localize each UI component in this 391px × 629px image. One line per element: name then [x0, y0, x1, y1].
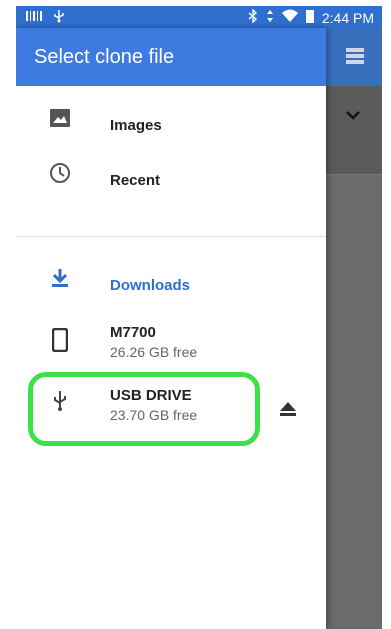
selection-highlight — [28, 372, 260, 446]
image-icon — [48, 106, 72, 130]
drawer-item-images[interactable]: Images — [16, 106, 326, 146]
list-view-icon[interactable] — [346, 48, 364, 69]
battery-icon — [305, 9, 314, 26]
chevron-down-icon[interactable] — [346, 108, 360, 126]
drawer-title: Select clone file — [16, 28, 326, 86]
data-arrows-icon — [266, 9, 274, 26]
drawer-item-internal-storage[interactable]: M7700 26.26 GB free — [16, 320, 326, 368]
status-bar: 2:44 PM — [16, 6, 382, 28]
eject-icon[interactable] — [278, 399, 298, 419]
drawer-item-downloads[interactable]: Downloads — [16, 266, 326, 306]
status-left-icons — [26, 9, 66, 26]
drawer-item-recent[interactable]: Recent — [16, 161, 326, 201]
bluetooth-icon — [248, 8, 258, 26]
device-screen: 2:44 PM Select clone file Images Recent — [16, 6, 382, 629]
background-row — [326, 86, 382, 175]
free-space-label: 26.26 GB free — [110, 344, 198, 360]
barcode-icon — [26, 9, 42, 26]
status-time: 2:44 PM — [321, 9, 374, 26]
drawer-item-label: M7700 — [110, 324, 156, 341]
drawer-item-label: Downloads — [110, 277, 191, 294]
drawer-item-label: Recent — [110, 172, 161, 189]
status-right-icons: 2:44 PM — [248, 8, 374, 26]
drawer-divider — [16, 236, 326, 237]
wifi-icon — [281, 9, 298, 26]
navigation-drawer: Select clone file Images Recent Download… — [16, 28, 326, 629]
usb-status-icon — [52, 9, 66, 26]
background-appbar — [326, 28, 382, 86]
drawer-item-label: Images — [110, 117, 162, 134]
phone-icon — [48, 328, 72, 352]
clock-icon — [48, 161, 72, 185]
download-icon — [48, 266, 72, 290]
